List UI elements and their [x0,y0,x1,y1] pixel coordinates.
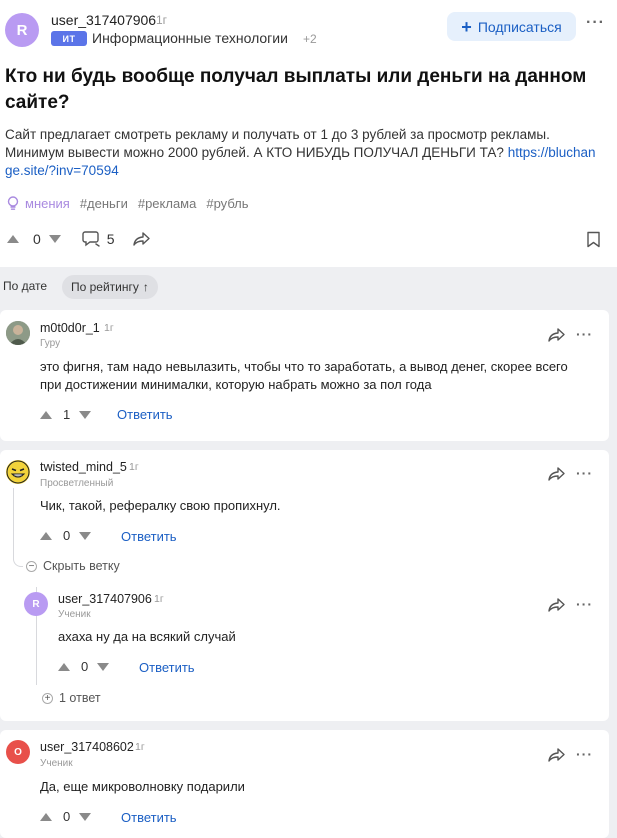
comment-votes: 0 [40,809,92,824]
comment-card: m0t0d0r_1 1г Гуру ··· это фигня, там над… [0,310,609,441]
question-body: Сайт предлагает смотреть рекламу и получ… [5,127,596,178]
subscribe-button[interactable]: + Подписаться [447,12,576,41]
tag-item[interactable]: #рубль [206,196,248,211]
post-section: R user_317407906 1г ИТ Информационные те… [0,0,617,267]
reply-button[interactable]: Ответить [121,529,177,544]
reply-button[interactable]: Ответить [121,810,177,825]
comment-age: 1г [135,741,145,753]
thread-line [13,550,23,567]
comment-author[interactable]: twisted_mind_5 [40,460,127,474]
upvote-icon[interactable] [40,812,52,821]
share-icon[interactable] [548,598,565,612]
question-title: Кто ни будь вообще получал выплаты или д… [5,66,587,113]
tag-item[interactable]: #деньги [80,196,128,211]
more-options-icon[interactable]: ··· [576,746,593,762]
comment-card: O user_317408602 1г Ученик ··· Да, еще м… [0,730,609,838]
arrow-up-icon: ↑ [142,280,149,294]
bookmark-icon[interactable] [586,231,601,248]
avatar[interactable]: O [6,740,30,764]
hide-branch-button[interactable]: − Скрыть ветку [26,559,120,573]
reply-button[interactable]: Ответить [139,660,195,675]
vote-count: 0 [33,230,41,247]
upvote-icon[interactable] [40,531,52,540]
avatar[interactable] [6,460,30,484]
more-options-icon[interactable]: ··· [576,596,593,612]
reply-button[interactable]: Ответить [117,407,173,422]
avatar[interactable]: R [24,592,48,616]
comment-author[interactable]: user_317408602 [40,740,134,754]
minus-icon: − [26,560,37,572]
comment-author[interactable]: m0t0d0r_1 [40,321,100,335]
upvote-icon[interactable] [7,234,19,243]
more-options-icon[interactable]: ··· [586,14,605,32]
sort-by-rating[interactable]: По рейтингу ↑ [62,275,158,299]
comment-rank: Гуру [40,338,61,349]
plus-icon: + [461,16,472,37]
smiley-icon [6,460,30,484]
comment-text: это фигня, там надо невылазить, чтобы чт… [40,359,568,392]
comments-count[interactable]: 5 [107,231,115,247]
category-more[interactable]: +2 [303,32,317,46]
upvote-icon[interactable] [58,662,70,671]
share-icon[interactable] [548,748,565,762]
comment-age: 1г [129,461,139,473]
comment-age: 1г [154,593,164,605]
plus-icon: + [42,692,53,704]
comments-icon[interactable] [82,230,101,247]
comment-text: Чик, такой, рефералку свою пропихнул. [40,498,281,513]
avatar[interactable] [6,321,30,345]
tag-opinion[interactable]: мнения [5,195,70,211]
comment-rank: Ученик [58,609,91,620]
lightbulb-icon [7,196,19,210]
downvote-icon[interactable] [48,234,61,243]
show-replies-button[interactable]: + 1 ответ [42,691,101,705]
comment-text: ахаха ну да на всякий случай [58,629,236,644]
downvote-icon[interactable] [97,662,110,671]
downvote-icon[interactable] [79,410,92,419]
post-age: 1г [156,13,168,27]
post-actions: 0 5 [5,230,150,247]
more-options-icon[interactable]: ··· [576,326,593,342]
comment-card: twisted_mind_5 1г Просветленный ··· Чик,… [0,450,609,721]
category-link[interactable]: Информационные технологии [92,30,288,46]
author-name[interactable]: user_317407906 [51,12,156,28]
comment-rank: Просветленный [40,478,114,489]
comment-votes: 0 [58,659,110,674]
downvote-icon[interactable] [79,812,92,821]
comment-rank: Ученик [40,758,73,769]
comment-votes: 1 [40,407,92,422]
category-icon: ИТ [51,31,87,46]
share-icon[interactable] [132,231,150,246]
upvote-icon[interactable] [40,410,52,419]
share-icon[interactable] [548,328,565,342]
share-icon[interactable] [548,467,565,481]
tag-item[interactable]: #реклама [138,196,197,211]
comment-votes: 0 [40,528,92,543]
more-options-icon[interactable]: ··· [576,465,593,481]
author-avatar[interactable]: R [5,13,39,47]
downvote-icon[interactable] [79,531,92,540]
user-photo-icon [6,321,30,345]
comment-author[interactable]: user_317407906 [58,592,152,606]
comment-age: 1г [104,322,114,334]
comment-text: Да, еще микроволновку подарили [40,779,245,794]
tag-list: мнения #деньги #реклама #рубль [5,195,249,211]
sort-by-date[interactable]: По дате [3,279,47,293]
